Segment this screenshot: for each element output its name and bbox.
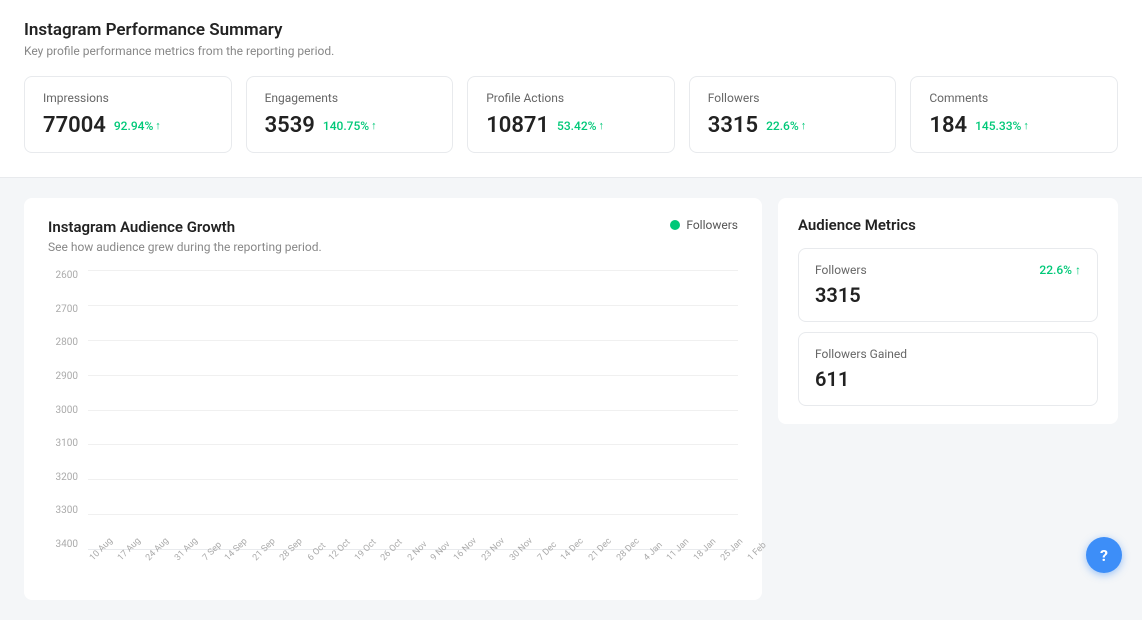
legend-dot bbox=[670, 220, 680, 230]
audience-section: Audience Metrics Followers 22.6% ↑ 3315 Fo… bbox=[778, 198, 1118, 600]
help-button[interactable]: ? bbox=[1086, 537, 1122, 573]
metric-label-profile-actions: Profile Actions bbox=[486, 91, 656, 105]
metric-card-comments: Comments 184 145.33% ↑ bbox=[910, 76, 1118, 153]
metric-value-row-impressions: 77004 92.94% ↑ bbox=[43, 113, 213, 138]
chart-area bbox=[88, 270, 738, 550]
metric-change-impressions: 92.94% ↑ bbox=[114, 119, 161, 133]
aud-metric-value-followers-gained: 611 bbox=[815, 367, 1081, 391]
grid-line bbox=[88, 375, 738, 376]
metric-arrow-impressions: ↑ bbox=[155, 119, 161, 132]
x-axis-label: 1 Feb bbox=[746, 540, 769, 563]
bottom-section: Instagram Audience Growth See how audien… bbox=[0, 178, 1142, 620]
metric-change-comments: 145.33% ↑ bbox=[975, 119, 1029, 133]
y-axis-label: 3100 bbox=[48, 438, 84, 449]
grid-line bbox=[88, 270, 738, 271]
chart-title: Instagram Audience Growth bbox=[48, 218, 738, 236]
top-section: Instagram Performance Summary Key profil… bbox=[0, 0, 1142, 178]
page-title: Instagram Performance Summary bbox=[24, 20, 1118, 40]
chart-section: Instagram Audience Growth See how audien… bbox=[24, 198, 762, 600]
metric-value-row-followers: 3315 22.6% ↑ bbox=[708, 113, 878, 138]
metric-arrow-profile-actions: ↑ bbox=[598, 119, 604, 132]
chart-subtitle: See how audience grew during the reporti… bbox=[48, 240, 738, 254]
aud-metric-label-followers-gained: Followers Gained bbox=[815, 347, 907, 361]
chart-legend: Followers bbox=[670, 218, 738, 232]
y-axis-label: 2700 bbox=[48, 304, 84, 315]
metric-arrow-engagements: ↑ bbox=[371, 119, 377, 132]
aud-metric-header-followers: Followers 22.6% ↑ bbox=[815, 263, 1081, 277]
audience-card: Audience Metrics Followers 22.6% ↑ 3315 Fo… bbox=[778, 198, 1118, 424]
metric-card-profile-actions: Profile Actions 10871 53.42% ↑ bbox=[467, 76, 675, 153]
metric-arrow-followers: ↑ bbox=[801, 119, 807, 132]
audience-metric-card-followers-gained: Followers Gained 611 bbox=[798, 332, 1098, 406]
audience-metrics-container: Followers 22.6% ↑ 3315 Followers Gained 611 bbox=[798, 248, 1098, 406]
metrics-row: Impressions 77004 92.94% ↑ Engagements 3… bbox=[24, 76, 1118, 153]
grid-line bbox=[88, 514, 738, 515]
audience-metric-card-followers: Followers 22.6% ↑ 3315 bbox=[798, 248, 1098, 322]
grid-line bbox=[88, 479, 738, 480]
metric-label-engagements: Engagements bbox=[265, 91, 435, 105]
metric-card-engagements: Engagements 3539 140.75% ↑ bbox=[246, 76, 454, 153]
x-axis: 10 Aug17 Aug24 Aug31 Aug7 Sep14 Sep21 Se… bbox=[88, 552, 738, 580]
chart-wrapper: 3400 3300 3200 3100 3000 2900 2800 2700 2600 10 … bbox=[48, 270, 738, 580]
grid-line bbox=[88, 444, 738, 445]
metric-label-comments: Comments bbox=[929, 91, 1099, 105]
audience-title: Audience Metrics bbox=[798, 216, 1098, 234]
y-axis-label: 3000 bbox=[48, 405, 84, 416]
aud-metric-header-followers-gained: Followers Gained bbox=[815, 347, 1081, 361]
y-axis-label: 3200 bbox=[48, 472, 84, 483]
metric-label-followers: Followers bbox=[708, 91, 878, 105]
metric-change-engagements: 140.75% ↑ bbox=[323, 119, 377, 133]
y-axis-label: 2600 bbox=[48, 270, 84, 281]
legend-label: Followers bbox=[686, 218, 738, 232]
y-axis-label: 3400 bbox=[48, 539, 84, 550]
metric-number-followers: 3315 bbox=[708, 113, 758, 138]
metric-value-row-engagements: 3539 140.75% ↑ bbox=[265, 113, 435, 138]
y-axis: 3400 3300 3200 3100 3000 2900 2800 2700 2600 bbox=[48, 270, 84, 550]
metric-change-profile-actions: 53.42% ↑ bbox=[557, 119, 604, 133]
metric-arrow-comments: ↑ bbox=[1023, 119, 1029, 132]
aud-metric-label-followers: Followers bbox=[815, 263, 867, 277]
metric-card-followers: Followers 3315 22.6% ↑ bbox=[689, 76, 897, 153]
grid-line bbox=[88, 305, 738, 306]
grid-line bbox=[88, 410, 738, 411]
metric-label-impressions: Impressions bbox=[43, 91, 213, 105]
page-subtitle: Key profile performance metrics from the… bbox=[24, 44, 1118, 58]
y-axis-label: 2900 bbox=[48, 371, 84, 382]
metric-number-profile-actions: 10871 bbox=[486, 113, 549, 138]
grid-line bbox=[88, 340, 738, 341]
metric-value-row-profile-actions: 10871 53.42% ↑ bbox=[486, 113, 656, 138]
metric-number-comments: 184 bbox=[929, 113, 967, 138]
y-axis-label: 3300 bbox=[48, 505, 84, 516]
aud-metric-value-followers: 3315 bbox=[815, 283, 1081, 307]
metric-change-followers: 22.6% ↑ bbox=[766, 119, 806, 133]
y-axis-label: 2800 bbox=[48, 337, 84, 348]
metric-number-engagements: 3539 bbox=[265, 113, 315, 138]
aud-metric-change-followers: 22.6% ↑ bbox=[1039, 263, 1081, 277]
metric-card-impressions: Impressions 77004 92.94% ↑ bbox=[24, 76, 232, 153]
metric-number-impressions: 77004 bbox=[43, 113, 106, 138]
metric-value-row-comments: 184 145.33% ↑ bbox=[929, 113, 1099, 138]
